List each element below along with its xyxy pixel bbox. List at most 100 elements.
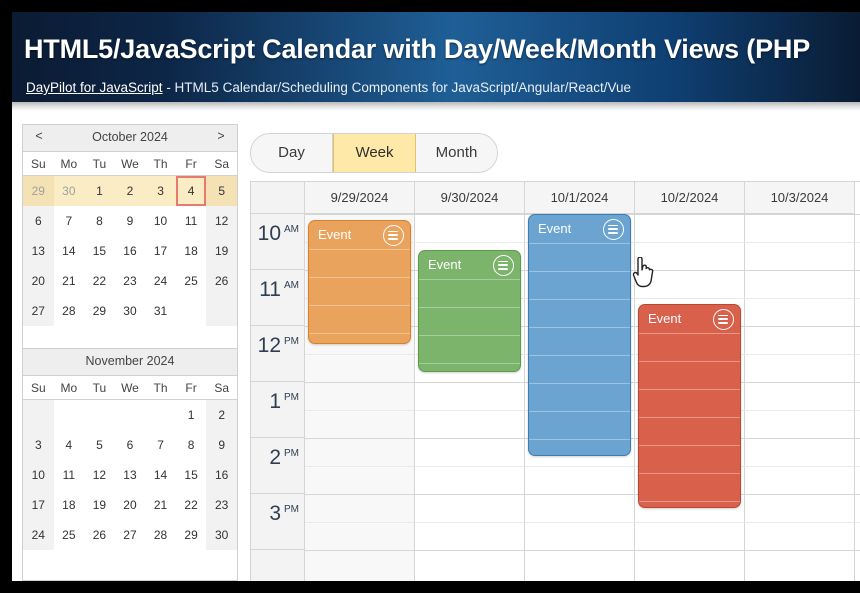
- mini-calendar-day[interactable]: 10: [145, 206, 176, 236]
- mini-calendar-day[interactable]: 3: [23, 430, 54, 460]
- mini-calendar-day[interactable]: 18: [54, 490, 85, 520]
- week-calendar-grid[interactable]: 10 AM 11 AM 12 PM 1 PM 2 PM 3 PM 9/29/2024 9/30/2024…: [250, 181, 860, 581]
- mini-calendar-day[interactable]: 15: [84, 236, 115, 266]
- mini-calendar-day[interactable]: 7: [145, 430, 176, 460]
- mini-calendar-day[interactable]: 19: [84, 490, 115, 520]
- event-inner-line: [639, 389, 740, 390]
- calendar-event[interactable]: Event: [418, 250, 521, 372]
- mini-calendar-day[interactable]: 5: [84, 430, 115, 460]
- mini-calendar-day[interactable]: 16: [206, 460, 237, 490]
- mini-calendar-day[interactable]: 20: [23, 266, 54, 296]
- mini-calendar-day[interactable]: 27: [115, 520, 146, 550]
- mini-calendar-day[interactable]: 25: [54, 520, 85, 550]
- event-inner-line: [419, 363, 520, 364]
- time-hour-label: 3: [269, 502, 281, 525]
- mini-calendar-day[interactable]: 9: [115, 206, 146, 236]
- mini-calendar-day[interactable]: 30: [115, 296, 146, 326]
- mini-calendar-day[interactable]: 12: [84, 460, 115, 490]
- screenshot-root: HTML5/JavaScript Calendar with Day/Week/…: [0, 0, 860, 593]
- mini-calendar-day[interactable]: 24: [23, 520, 54, 550]
- mini-calendar-day[interactable]: 30: [53, 176, 85, 206]
- event-inner-line: [639, 473, 740, 474]
- mini-calendar-day[interactable]: 2: [114, 176, 146, 206]
- event-inner-line: [529, 327, 630, 328]
- mini-calendar-day[interactable]: 7: [54, 206, 85, 236]
- mini-calendar-day[interactable]: 16: [115, 236, 146, 266]
- mini-calendar-day[interactable]: 21: [54, 266, 85, 296]
- mini-calendar-day[interactable]: 13: [115, 460, 146, 490]
- mini-calendar-empty-day: [84, 400, 115, 430]
- mini-calendar-day[interactable]: 14: [54, 236, 85, 266]
- mini-calendar-day[interactable]: 6: [115, 430, 146, 460]
- page-body: < > October 2024 Su Mo Tu We Th Fr Sa 29 30 1 2 3 4 5 6 7 8…: [12, 111, 860, 581]
- mini-calendar-day[interactable]: 17: [23, 490, 54, 520]
- grid-half-hour-line: [305, 522, 860, 523]
- hamburger-menu-icon[interactable]: [603, 219, 624, 240]
- mini-calendar-day[interactable]: 10: [23, 460, 54, 490]
- calendar-event[interactable]: Event: [308, 220, 411, 344]
- mini-calendar-day[interactable]: 8: [176, 430, 207, 460]
- mini-calendar-day[interactable]: 23: [206, 490, 237, 520]
- mini-calendar-day[interactable]: 31: [145, 296, 176, 326]
- mini-calendar-day[interactable]: 23: [115, 266, 146, 296]
- mini-calendar-day[interactable]: 1: [176, 400, 207, 430]
- mini-calendar-day[interactable]: 22: [84, 266, 115, 296]
- mini-calendar-day[interactable]: 12: [206, 206, 237, 236]
- mini-calendar-day[interactable]: 1: [84, 176, 115, 206]
- mini-calendar-dow-th: Th: [153, 157, 168, 171]
- mini-calendar-day[interactable]: 21: [145, 490, 176, 520]
- mini-calendar-day[interactable]: 20: [115, 490, 146, 520]
- mini-calendar-day[interactable]: 4: [54, 430, 85, 460]
- mini-calendar-week-row: 12: [23, 400, 237, 430]
- mini-calendar-day[interactable]: 25: [176, 266, 207, 296]
- tab-day[interactable]: Day: [251, 134, 333, 172]
- mini-calendar-day[interactable]: 17: [145, 236, 176, 266]
- event-inner-line: [639, 333, 740, 334]
- tab-month[interactable]: Month: [416, 134, 497, 172]
- mini-calendar-day[interactable]: 24: [145, 266, 176, 296]
- mini-calendar-day[interactable]: 4: [175, 176, 207, 206]
- mini-calendar-day[interactable]: 14: [145, 460, 176, 490]
- calendar-event[interactable]: Event: [528, 214, 631, 456]
- mini-calendar-day[interactable]: 30: [206, 520, 237, 550]
- mini-calendar-dow-sa: Sa: [214, 157, 229, 171]
- daypilot-link[interactable]: DayPilot for JavaScript: [26, 80, 163, 95]
- mini-calendar-day[interactable]: 15: [176, 460, 207, 490]
- mini-calendar-day[interactable]: 22: [176, 490, 207, 520]
- mini-calendar-day[interactable]: 26: [84, 520, 115, 550]
- time-axis-column: 10 AM 11 AM 12 PM 1 PM 2 PM 3 PM: [251, 214, 305, 581]
- mini-calendar-day[interactable]: 27: [23, 296, 54, 326]
- time-hour-label: 11: [259, 278, 281, 301]
- grid-hour-line: [305, 550, 860, 551]
- event-inner-line: [529, 299, 630, 300]
- mini-calendar-day[interactable]: 9: [206, 430, 237, 460]
- mini-calendar-day[interactable]: 11: [176, 206, 207, 236]
- hamburger-menu-icon[interactable]: [713, 309, 734, 330]
- mini-calendar-week-row: 6 7 8 9 10 11 12: [23, 206, 237, 236]
- mini-calendar-day[interactable]: 5: [206, 176, 237, 206]
- page-title: HTML5/JavaScript Calendar with Day/Week/…: [24, 34, 811, 64]
- mini-calendar-day[interactable]: 29: [176, 520, 207, 550]
- calendar-event[interactable]: Event: [638, 304, 741, 508]
- mini-calendar-day[interactable]: 28: [145, 520, 176, 550]
- mini-calendar-day[interactable]: 29: [23, 176, 54, 206]
- mini-calendar-day[interactable]: 2: [206, 400, 237, 430]
- mini-calendar-day[interactable]: 6: [23, 206, 54, 236]
- mini-calendar-day[interactable]: 3: [145, 176, 176, 206]
- mini-calendar-day[interactable]: 11: [54, 460, 85, 490]
- mini-calendar-day[interactable]: 19: [206, 236, 237, 266]
- mini-calendar-day[interactable]: 28: [54, 296, 85, 326]
- hamburger-menu-icon[interactable]: [383, 225, 404, 246]
- mini-calendar-day[interactable]: 8: [84, 206, 115, 236]
- mini-calendar-day[interactable]: 26: [206, 266, 237, 296]
- mini-calendar-day[interactable]: 29: [84, 296, 115, 326]
- time-meridiem-label: AM: [284, 280, 299, 291]
- mini-calendar-day[interactable]: 13: [23, 236, 54, 266]
- mini-calendar-day[interactable]: 18: [176, 236, 207, 266]
- view-tab-group[interactable]: Day Week Month: [250, 133, 498, 173]
- hamburger-menu-icon[interactable]: [493, 255, 514, 276]
- event-inner-line: [419, 279, 520, 280]
- mini-calendar-dow-su: Su: [30, 381, 46, 395]
- mini-calendar-week-row: 27 28 29 30 31: [23, 296, 237, 326]
- tab-week[interactable]: Week: [333, 134, 416, 172]
